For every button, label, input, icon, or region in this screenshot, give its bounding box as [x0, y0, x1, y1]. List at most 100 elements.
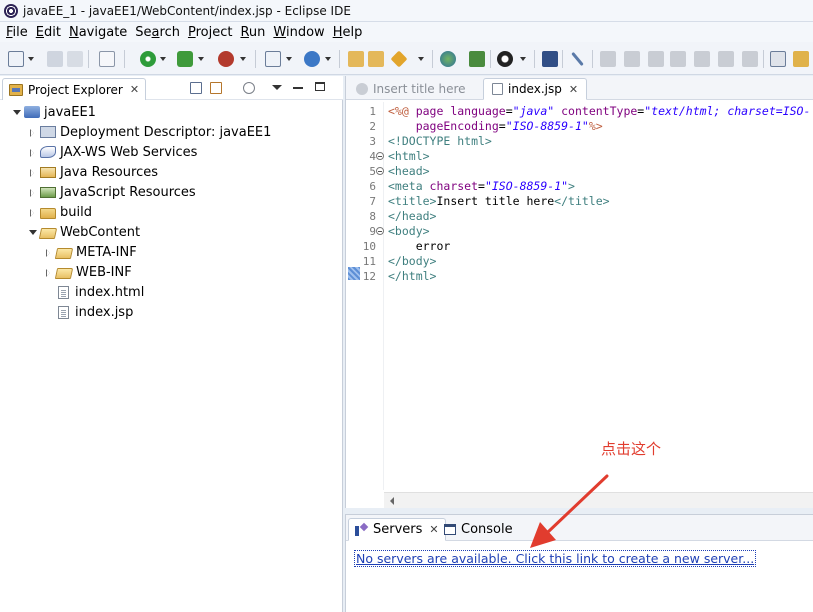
- terminate-icon[interactable]: [648, 51, 664, 67]
- deployment-descriptor-icon: [40, 126, 56, 138]
- console-icon: [444, 524, 456, 535]
- open-resource-icon[interactable]: [368, 51, 384, 67]
- expand-icon[interactable]: [28, 148, 37, 157]
- tree-item-webcontent[interactable]: WebContent: [28, 222, 140, 242]
- new-server-dropdown-icon[interactable]: [286, 57, 292, 61]
- folder-open-icon: [38, 227, 58, 239]
- tab-insert-title-here[interactable]: Insert title here: [348, 78, 474, 100]
- close-icon[interactable]: ✕: [130, 83, 139, 96]
- code-line: pageEncoding="ISO-8859-1"%>: [388, 119, 603, 133]
- tree-item-javaee1[interactable]: javaEE1: [12, 102, 96, 122]
- new-class-dropdown-icon[interactable]: [325, 57, 331, 61]
- step-into-icon[interactable]: [694, 51, 710, 67]
- menu-run[interactable]: Run: [238, 25, 271, 40]
- tree-item-deployment-descriptor[interactable]: Deployment Descriptor: javaEE1: [28, 122, 271, 142]
- toggle-mark-icon[interactable]: [770, 51, 786, 67]
- tab-project-explorer[interactable]: Project Explorer ✕: [2, 78, 147, 100]
- menu-project[interactable]: Project: [186, 25, 239, 40]
- menu-help[interactable]: Help: [331, 25, 369, 40]
- line-number-gutter: 1 2 3 4 5 6 7 8 9 10 11 12: [346, 102, 384, 490]
- fold-icon[interactable]: [376, 167, 384, 175]
- run-icon[interactable]: [140, 51, 156, 67]
- folder-icon: [54, 247, 74, 259]
- tree-item-index-jsp[interactable]: index.jsp: [56, 302, 133, 322]
- new-dropdown-icon[interactable]: [28, 57, 34, 61]
- tree-item-meta-inf[interactable]: META-INF: [44, 242, 137, 262]
- tab-index-jsp[interactable]: index.jsp ✕: [483, 78, 588, 100]
- save-all-icon[interactable]: [67, 51, 83, 67]
- menu-window[interactable]: Window: [271, 25, 330, 40]
- link-with-editor-icon[interactable]: [210, 82, 222, 94]
- project-explorer-icon: [9, 83, 23, 96]
- tree-item-jax-ws[interactable]: JAX-WS Web Services: [28, 142, 197, 162]
- new-icon[interactable]: [8, 51, 24, 67]
- stop-server-dropdown-icon[interactable]: [240, 57, 246, 61]
- menu-navigate[interactable]: Navigate: [67, 25, 133, 40]
- tree-item-java-resources[interactable]: Java Resources: [28, 162, 158, 182]
- bottom-tab-bar: Servers ✕ Console: [346, 515, 813, 541]
- debug-icon[interactable]: [99, 51, 115, 67]
- fold-icon[interactable]: [376, 227, 384, 235]
- step-return-icon[interactable]: [742, 51, 758, 67]
- code-editor[interactable]: 1 2 3 4 5 6 7 8 9 10 11 12 <%@ page lang…: [346, 102, 813, 490]
- project-icon: [24, 106, 40, 118]
- code-line: <title>Insert title here</title>: [388, 194, 610, 208]
- collapse-all-icon[interactable]: [190, 82, 202, 94]
- expand-icon[interactable]: [28, 128, 37, 137]
- folder-icon: [40, 207, 56, 219]
- step-over-icon[interactable]: [718, 51, 734, 67]
- expand-icon[interactable]: [28, 208, 37, 217]
- external-tools-icon[interactable]: [469, 51, 485, 67]
- menu-search[interactable]: Search: [133, 25, 186, 40]
- save-icon[interactable]: [47, 51, 63, 67]
- create-server-link[interactable]: No servers are available. Click this lin…: [354, 550, 757, 567]
- expand-icon[interactable]: [44, 268, 53, 277]
- console-view-icon[interactable]: [542, 51, 558, 67]
- run-dropdown-icon[interactable]: [160, 57, 166, 61]
- skip-breakpoints-icon[interactable]: [571, 51, 584, 67]
- search-icon[interactable]: [390, 50, 408, 68]
- focus-icon[interactable]: [243, 82, 255, 94]
- tree-item-build[interactable]: build: [28, 202, 92, 222]
- code-line: <head>: [388, 164, 430, 178]
- open-type-icon[interactable]: [348, 51, 364, 67]
- expand-icon[interactable]: [12, 108, 21, 117]
- menu-bar: File Edit Navigate Search Project Run Wi…: [0, 22, 813, 42]
- tab-servers[interactable]: Servers ✕: [348, 518, 446, 541]
- browser-icon[interactable]: [440, 51, 456, 67]
- minimize-icon[interactable]: [293, 87, 303, 89]
- menu-file[interactable]: File: [4, 25, 34, 40]
- horizontal-scrollbar[interactable]: [384, 492, 813, 508]
- perspective-icon[interactable]: [497, 51, 513, 67]
- stop-server-icon[interactable]: [218, 51, 234, 67]
- view-menu-icon[interactable]: [272, 85, 282, 90]
- tree-item-javascript-resources[interactable]: JavaScript Resources: [28, 182, 196, 202]
- tree-item-index-html[interactable]: index.html: [56, 282, 144, 302]
- perspective-dropdown-icon[interactable]: [520, 57, 526, 61]
- disconnect-icon[interactable]: [670, 51, 686, 67]
- browser-page-icon: [356, 83, 368, 95]
- maximize-icon[interactable]: [315, 82, 325, 91]
- run-server-dropdown-icon[interactable]: [198, 57, 204, 61]
- tab-console[interactable]: Console: [438, 518, 519, 541]
- close-icon[interactable]: ✕: [569, 83, 578, 96]
- expand-icon[interactable]: [28, 168, 37, 177]
- collapse-icon[interactable]: [28, 228, 37, 237]
- suspend-icon[interactable]: [624, 51, 640, 67]
- resume-icon[interactable]: [600, 51, 616, 67]
- file-icon: [492, 83, 503, 95]
- new-java-class-icon[interactable]: [304, 51, 320, 67]
- servers-console-view: Servers ✕ Console No servers are availab…: [345, 514, 813, 612]
- search-dropdown-icon[interactable]: [418, 57, 424, 61]
- expand-icon[interactable]: [44, 248, 53, 257]
- tree-item-web-inf[interactable]: WEB-INF: [44, 262, 132, 282]
- fold-icon[interactable]: [376, 152, 384, 160]
- code-line: <body>: [388, 224, 430, 238]
- run-server-icon[interactable]: [177, 51, 193, 67]
- expand-icon[interactable]: [28, 188, 37, 197]
- next-annotation-icon[interactable]: [793, 51, 809, 67]
- scroll-left-icon[interactable]: [390, 497, 394, 505]
- new-server-icon[interactable]: [265, 51, 281, 67]
- project-explorer-view: Project Explorer ✕ javaEE1 Deployment De…: [0, 76, 343, 612]
- menu-edit[interactable]: Edit: [34, 25, 67, 40]
